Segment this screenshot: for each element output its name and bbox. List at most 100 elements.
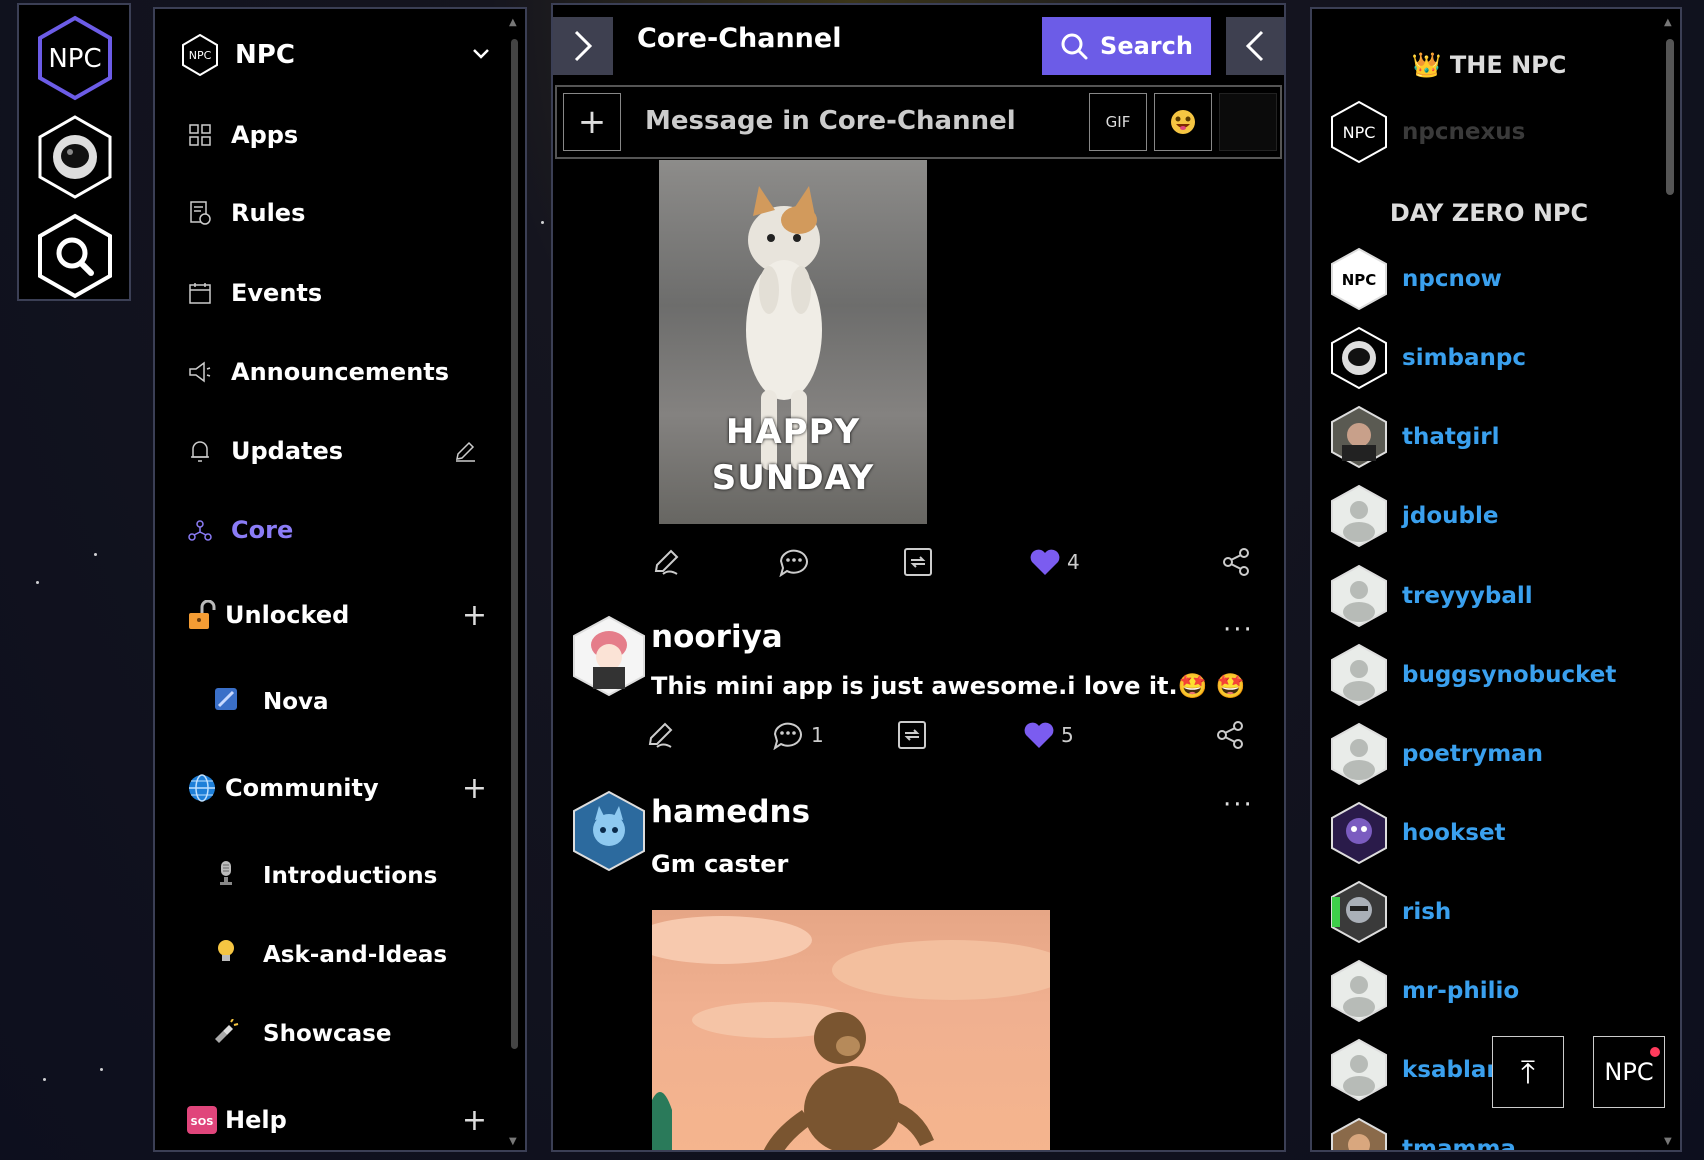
- scroll-to-top-button[interactable]: ⤒: [1492, 1036, 1564, 1108]
- channel-nova[interactable]: Nova: [213, 680, 493, 724]
- avatar: [1331, 1117, 1387, 1150]
- section-help[interactable]: SOS Help +: [187, 1098, 487, 1142]
- share-button[interactable]: [1215, 715, 1245, 755]
- group-title: THE NPC: [1449, 51, 1567, 79]
- members-scrollbar[interactable]: ▲ ▼: [1662, 17, 1676, 1147]
- nav-label: Rules: [231, 199, 306, 227]
- gif-button[interactable]: GIF: [1089, 93, 1147, 151]
- member-item[interactable]: tmamma: [1330, 1117, 1516, 1150]
- member-name: npcnexus: [1402, 119, 1526, 145]
- avatar: NPC: [1331, 100, 1387, 164]
- member-item[interactable]: buggsynobucket: [1330, 643, 1616, 707]
- like-count: 4: [1067, 550, 1080, 574]
- npc-home-button[interactable]: NPC: [37, 15, 113, 101]
- avatar[interactable]: [571, 615, 647, 697]
- scrollbar-thumb[interactable]: [511, 39, 518, 1049]
- post-image-happy-sunday[interactable]: HAPPY SUNDAY: [659, 160, 927, 524]
- npc-assistant-button[interactable]: NPC: [1593, 1036, 1665, 1108]
- share-button[interactable]: [1221, 542, 1251, 582]
- edit-pencil-icon[interactable]: [453, 439, 477, 463]
- member-name: hookset: [1402, 820, 1506, 846]
- section-unlocked[interactable]: Unlocked +: [187, 593, 487, 637]
- notification-dot: [1650, 1047, 1660, 1057]
- expand-sidebar-button[interactable]: [553, 17, 613, 75]
- comment-bubble-icon: [779, 549, 808, 577]
- member-item[interactable]: NPC npcnexus: [1330, 100, 1525, 164]
- edit-pen-icon: [654, 549, 679, 575]
- reply-button[interactable]: [651, 542, 681, 582]
- comment-count: 1: [811, 723, 824, 747]
- more-options-button[interactable]: ···: [1223, 615, 1254, 645]
- search-icon: [38, 213, 112, 299]
- npc-home-icon: NPC: [38, 15, 112, 101]
- chevron-down-icon[interactable]: [471, 43, 491, 63]
- member-name: buggsynobucket: [1402, 662, 1617, 688]
- channel-header: Core-Channel Search: [553, 5, 1284, 81]
- like-button[interactable]: 5: [1023, 715, 1074, 755]
- channel-showcase[interactable]: Showcase: [213, 1012, 493, 1056]
- collapse-members-button[interactable]: [1226, 17, 1284, 75]
- search-button[interactable]: Search: [1042, 17, 1211, 75]
- section-community[interactable]: Community +: [187, 766, 487, 810]
- channel-ask-and-ideas[interactable]: Ask-and-Ideas: [213, 933, 493, 977]
- post-author[interactable]: nooriya: [651, 619, 783, 655]
- scroll-up-arrow-icon[interactable]: ▲: [509, 17, 517, 28]
- member-item[interactable]: thatgirl: [1330, 405, 1499, 469]
- nav-label: Announcements: [231, 358, 450, 386]
- section-label: Help: [225, 1106, 287, 1134]
- add-channel-button[interactable]: +: [462, 1103, 487, 1138]
- nav-events[interactable]: Events: [187, 271, 487, 315]
- svg-text:NPC: NPC: [1342, 271, 1377, 289]
- member-item[interactable]: rish: [1330, 880, 1451, 944]
- repost-button[interactable]: [903, 542, 933, 582]
- scroll-down-arrow-icon[interactable]: ▼: [1664, 1136, 1672, 1147]
- member-item[interactable]: mr-philio: [1330, 959, 1519, 1023]
- post-image-monkey[interactable]: [652, 910, 1050, 1150]
- attach-plus-button[interactable]: +: [563, 93, 621, 151]
- sidebar-scrollbar[interactable]: ▲ ▼: [507, 17, 521, 1147]
- channel-label: Nova: [263, 689, 329, 715]
- nav-announcements[interactable]: Announcements: [187, 350, 487, 394]
- edit-pen-icon: [648, 722, 673, 748]
- crown-icon: 👑: [1411, 51, 1442, 79]
- member-item[interactable]: hookset: [1330, 801, 1506, 865]
- extra-button[interactable]: [1219, 93, 1277, 151]
- member-item[interactable]: jdouble: [1330, 484, 1498, 548]
- avatar[interactable]: [571, 790, 647, 872]
- comment-button[interactable]: [777, 542, 811, 582]
- comment-button[interactable]: 1: [771, 715, 824, 755]
- unlocked-icon: [187, 600, 217, 630]
- member-item[interactable]: simbanpc: [1330, 326, 1526, 390]
- scrollbar-thumb[interactable]: [1666, 39, 1674, 195]
- reply-button[interactable]: [645, 715, 675, 755]
- member-item[interactable]: poetryman: [1330, 722, 1543, 786]
- avatar: [1331, 405, 1387, 469]
- repost-icon: [898, 721, 926, 749]
- member-item[interactable]: ksablan: [1330, 1038, 1503, 1102]
- member-item[interactable]: treyyyball: [1330, 564, 1533, 628]
- nav-updates[interactable]: Updates: [187, 429, 487, 473]
- add-channel-button[interactable]: +: [462, 771, 487, 806]
- nav-apps[interactable]: Apps: [187, 113, 487, 157]
- like-button[interactable]: 4: [1029, 542, 1080, 582]
- scroll-down-arrow-icon[interactable]: ▼: [509, 1136, 517, 1147]
- avatar: [1331, 959, 1387, 1023]
- more-options-button[interactable]: ···: [1223, 790, 1254, 820]
- astronaut-server-button[interactable]: [37, 114, 113, 200]
- like-count: 5: [1061, 723, 1074, 747]
- search-server-button[interactable]: [37, 213, 113, 299]
- post-author[interactable]: hamedns: [651, 794, 810, 830]
- repost-button[interactable]: [897, 715, 927, 755]
- channel-introductions[interactable]: Introductions: [213, 854, 493, 898]
- scroll-up-arrow-icon[interactable]: ▲: [1664, 17, 1672, 28]
- nav-core[interactable]: Core: [187, 508, 487, 552]
- section-label: Community: [225, 774, 379, 802]
- emoji-button[interactable]: [1154, 93, 1212, 151]
- nav-rules[interactable]: Rules: [187, 191, 487, 235]
- server-header[interactable]: NPC NPC: [181, 31, 491, 79]
- message-input[interactable]: [645, 101, 1025, 141]
- star: [541, 221, 544, 224]
- member-item[interactable]: NPC npcnow: [1330, 247, 1502, 311]
- add-channel-button[interactable]: +: [462, 598, 487, 633]
- search-label: Search: [1100, 32, 1193, 60]
